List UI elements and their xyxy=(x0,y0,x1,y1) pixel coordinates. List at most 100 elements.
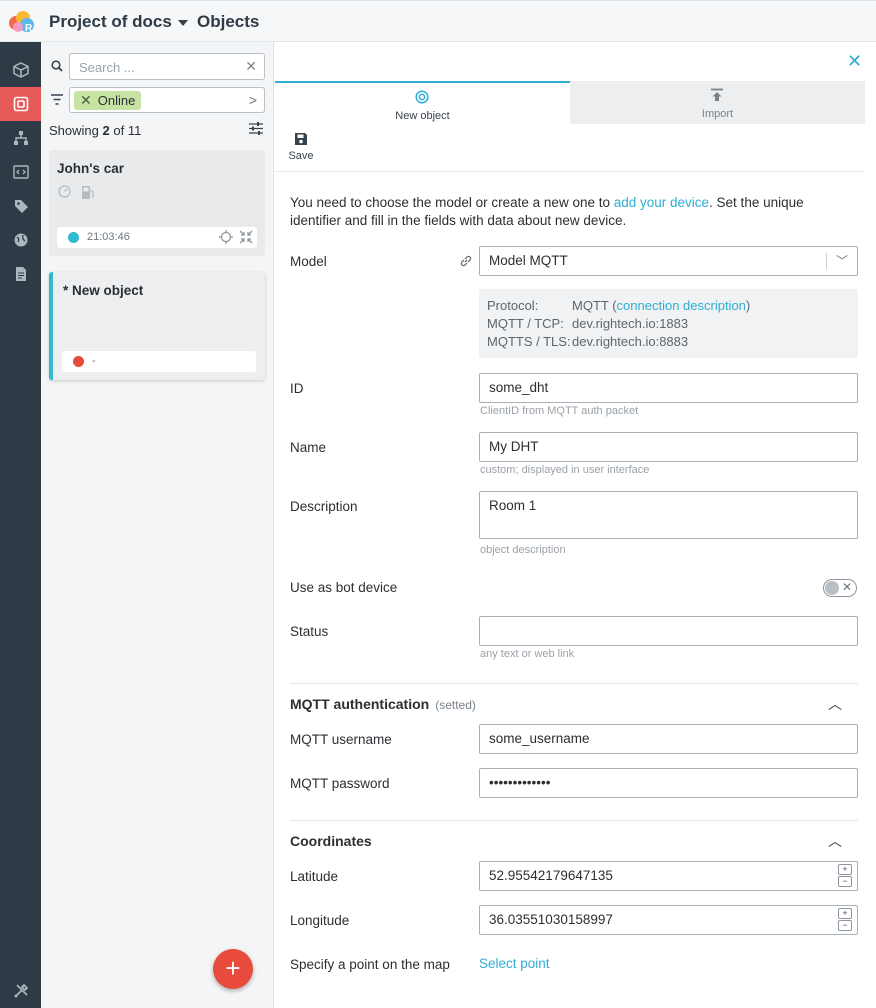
model-label: Model xyxy=(290,254,327,269)
speedometer-icon xyxy=(58,185,71,198)
upload-icon xyxy=(711,88,723,101)
mqtt-username-field[interactable]: some_username xyxy=(479,724,858,754)
mqtt-section-header[interactable]: MQTT authentication (setted) xyxy=(290,696,476,712)
mqtt-section-title: MQTT authentication xyxy=(290,696,430,712)
name-hint: custom; displayed in user interface xyxy=(480,464,650,476)
bot-device-toggle[interactable]: ✕ xyxy=(823,579,857,597)
target-icon xyxy=(415,90,429,104)
fuel-icon xyxy=(82,186,94,199)
card-actions xyxy=(219,230,253,244)
search-icon xyxy=(51,60,63,72)
rail-tools[interactable] xyxy=(0,974,41,1008)
increment-icon[interactable]: + xyxy=(838,864,852,875)
last-seen-time: 21:03:46 xyxy=(87,231,130,243)
mqtt-password-field[interactable]: ••••••••••••• xyxy=(479,768,858,798)
longitude-stepper[interactable]: + − xyxy=(838,908,852,931)
section-divider xyxy=(290,820,858,821)
rail-hierarchy[interactable] xyxy=(0,121,41,155)
new-object-panel: ✕ New object Import Save You need to cho… xyxy=(275,42,876,1008)
card-icons xyxy=(58,185,96,200)
filter-chip-online[interactable]: ✕ Online xyxy=(74,91,142,110)
rail-models[interactable] xyxy=(0,53,41,87)
list-item[interactable]: * New object - xyxy=(49,272,265,380)
coordinates-section-title[interactable]: Coordinates xyxy=(290,833,372,849)
chevron-right-icon[interactable]: > xyxy=(249,92,257,108)
description-field[interactable]: Room 1 xyxy=(479,491,858,539)
connection-description-link[interactable]: connection description xyxy=(617,298,746,313)
list-item[interactable]: John's car 21:03:46 xyxy=(49,150,265,256)
rail-code[interactable] xyxy=(0,155,41,189)
locate-icon[interactable] xyxy=(219,230,233,244)
longitude-field[interactable]: 36.03551030158997 + − xyxy=(479,905,858,935)
document-icon xyxy=(15,267,26,281)
code-icon xyxy=(12,165,29,179)
save-icon xyxy=(295,133,307,145)
mqtt-username-label: MQTT username xyxy=(290,732,392,747)
status-field[interactable] xyxy=(479,616,858,646)
id-hint: ClientID from MQTT auth packet xyxy=(480,405,639,417)
tab-new-object[interactable]: New object xyxy=(275,81,570,124)
offline-status-dot xyxy=(73,356,84,367)
section-divider xyxy=(290,683,858,684)
link-icon[interactable] xyxy=(459,254,473,268)
toggle-off-icon: ✕ xyxy=(841,580,852,594)
save-button[interactable]: Save xyxy=(288,132,314,162)
rail-objects[interactable] xyxy=(0,87,41,121)
name-field[interactable]: My DHT xyxy=(479,432,858,462)
latitude-value: 52.95542179647135 xyxy=(489,868,613,883)
rail-globe[interactable] xyxy=(0,223,41,257)
toggle-knob xyxy=(825,581,839,595)
mqtt-password-label: MQTT password xyxy=(290,776,390,791)
increment-icon[interactable]: + xyxy=(838,908,852,919)
object-title: John's car xyxy=(57,161,124,176)
decrement-icon[interactable]: − xyxy=(838,920,852,931)
latitude-stepper[interactable]: + − xyxy=(838,864,852,887)
description-hint: object description xyxy=(480,544,566,556)
fullscreen-exit-icon[interactable] xyxy=(239,230,253,244)
search-placeholder: Search ... xyxy=(79,60,135,75)
add-device-link[interactable]: add your device xyxy=(614,195,709,210)
id-field[interactable]: some_dht xyxy=(479,373,858,403)
status-bar: - xyxy=(62,351,256,372)
clear-search-icon[interactable]: ✕ xyxy=(245,58,257,75)
filter-icon[interactable] xyxy=(51,94,63,105)
search-input[interactable]: Search ... ✕ xyxy=(69,53,265,80)
project-selector[interactable]: Project of docs xyxy=(49,12,188,32)
nav-rail xyxy=(0,42,41,1008)
select-separator xyxy=(826,253,827,269)
tab-label: New object xyxy=(395,110,450,122)
protocol-info: Protocol: MQTT (connection description) M… xyxy=(479,289,858,358)
rail-tags[interactable] xyxy=(0,189,41,223)
object-list-panel: Search ... ✕ ✕ Online > Showing 2 of 11 … xyxy=(41,42,274,1008)
globe-icon xyxy=(14,233,27,247)
bot-device-label: Use as bot device xyxy=(290,580,398,595)
tag-icon xyxy=(14,200,28,213)
online-status-dot xyxy=(68,232,79,243)
select-point-link[interactable]: Select point xyxy=(479,956,550,971)
decrement-icon[interactable]: − xyxy=(838,876,852,887)
filter-field[interactable]: ✕ Online > xyxy=(69,87,265,113)
tab-import[interactable]: Import xyxy=(570,81,865,124)
page-title: Objects xyxy=(197,12,260,31)
latitude-label: Latitude xyxy=(290,869,339,884)
model-select[interactable]: Model MQTT ﹀ xyxy=(479,246,858,276)
close-icon[interactable]: ✕ xyxy=(847,51,862,72)
tab-bar: New object Import xyxy=(275,81,865,124)
app-logo-icon[interactable]: R xyxy=(6,9,36,35)
objects-icon xyxy=(13,96,28,112)
caret-down-icon xyxy=(177,20,188,26)
collapse-coordinates-icon[interactable]: ︿ xyxy=(828,831,842,851)
longitude-label: Longitude xyxy=(290,913,350,928)
rail-documents[interactable] xyxy=(0,257,41,291)
remove-chip-icon[interactable]: ✕ xyxy=(80,92,92,109)
project-name: Project of docs xyxy=(49,12,172,31)
intro-text: You need to choose the model or create a… xyxy=(290,195,804,228)
object-title: * New object xyxy=(63,283,144,298)
tune-settings-icon[interactable] xyxy=(249,122,263,135)
tools-icon xyxy=(13,983,28,998)
save-label: Save xyxy=(288,150,314,162)
chevron-down-icon: ﹀ xyxy=(835,254,848,268)
collapse-mqtt-icon[interactable]: ︿ xyxy=(828,694,842,714)
add-object-button[interactable]: + xyxy=(213,949,253,989)
latitude-field[interactable]: 52.95542179647135 + − xyxy=(479,861,858,891)
